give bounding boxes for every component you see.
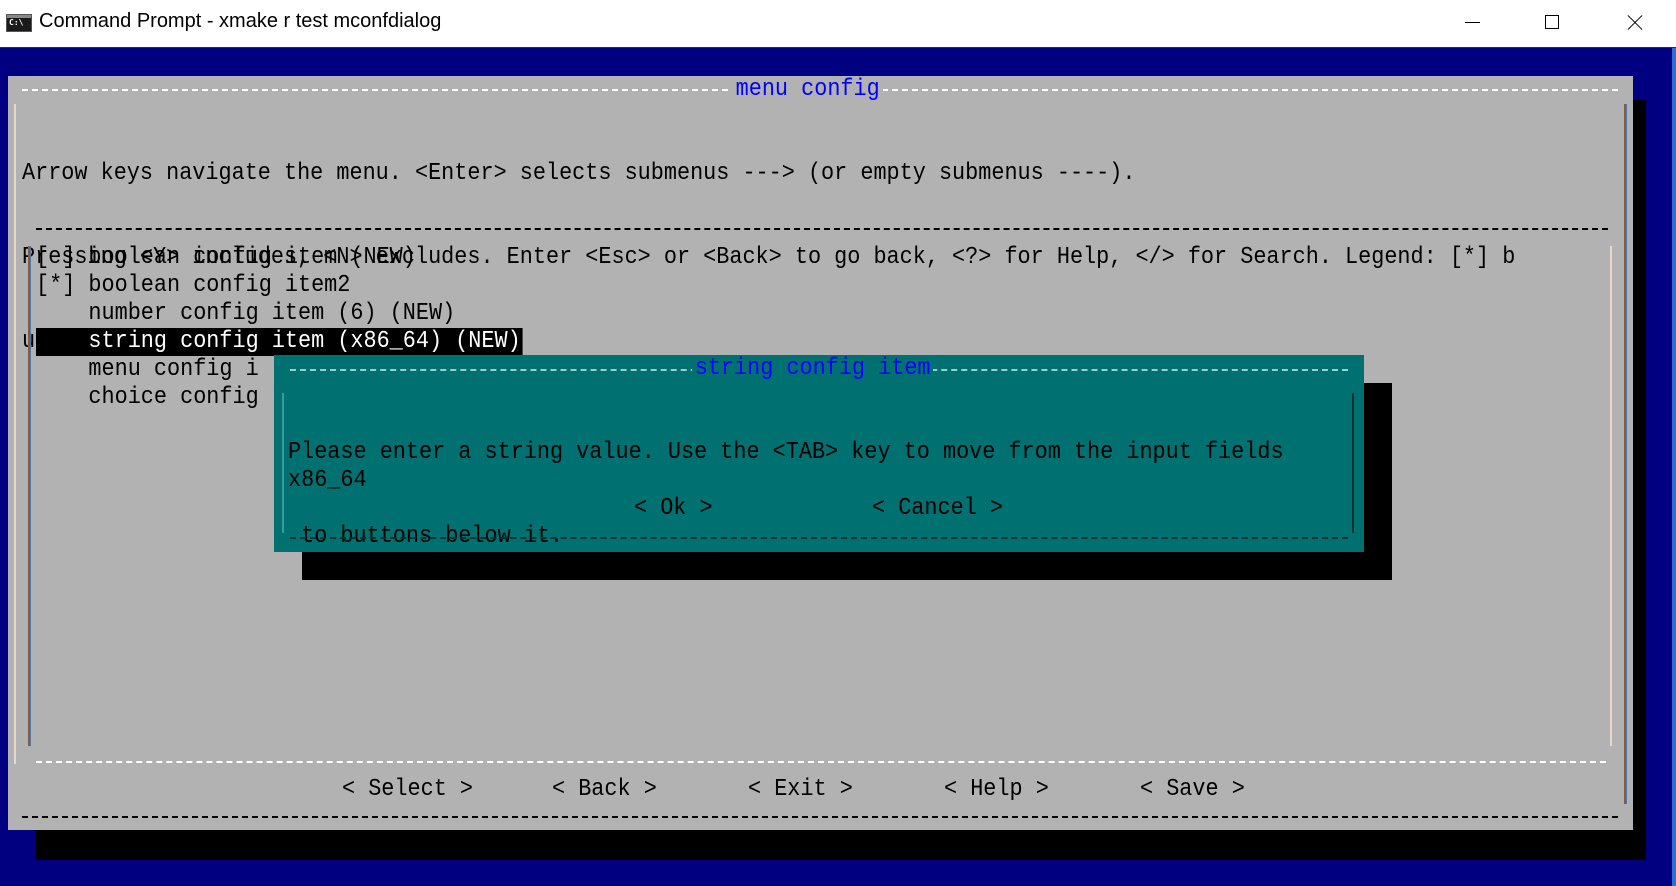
window-title: Command Prompt - xmake r test mconfdialo… xyxy=(39,10,442,32)
menu-title: menu config xyxy=(732,76,884,104)
window-titlebar: Command Prompt - xmake r test mconfdialo… xyxy=(0,0,1676,48)
help-line: Arrow keys navigate the menu. <Enter> se… xyxy=(22,160,1136,187)
cancel-button[interactable]: < Cancel > xyxy=(872,495,1003,523)
list-right-border xyxy=(1610,246,1612,746)
exit-button[interactable]: < Exit > xyxy=(748,776,853,804)
back-button[interactable]: < Back > xyxy=(552,776,657,804)
main-bottom-border xyxy=(22,816,1618,818)
list-top-border xyxy=(36,228,1608,230)
dialog-bottom-border xyxy=(290,537,1348,539)
console-scrollbar[interactable] xyxy=(1672,48,1676,886)
close-button[interactable] xyxy=(1594,0,1674,46)
command-prompt-icon xyxy=(6,14,32,32)
help-button[interactable]: < Help > xyxy=(944,776,1049,804)
menu-item-number[interactable]: number config item (6) (NEW) xyxy=(36,300,522,328)
ok-button[interactable]: < Ok > xyxy=(634,495,713,523)
list-bottom-border xyxy=(36,761,1606,763)
dialog-left-border xyxy=(282,393,284,533)
dialog-message: Please enter a string value. Use the <TA… xyxy=(288,383,1284,607)
maximize-button[interactable] xyxy=(1512,0,1592,46)
menu-item-boolean2[interactable]: [*] boolean config item2 xyxy=(36,272,522,300)
string-input-dialog: string config item Please enter a string… xyxy=(274,355,1364,552)
dialog-message-line: Please enter a string value. Use the <TA… xyxy=(288,439,1284,466)
dialog-title: string config item xyxy=(692,355,934,383)
menu-item-string[interactable]: string config item (x86_64) (NEW) xyxy=(36,328,523,356)
save-button[interactable]: < Save > xyxy=(1140,776,1245,804)
select-button[interactable]: < Select > xyxy=(342,776,473,804)
list-left-border xyxy=(28,246,30,746)
menu-item-boolean[interactable]: [ ] boolean config item (NEW) xyxy=(36,244,522,272)
main-left-border xyxy=(14,104,16,764)
dialog-right-border xyxy=(1352,393,1354,533)
main-right-border xyxy=(1624,104,1626,804)
string-value-input[interactable]: x86_64 xyxy=(288,467,367,495)
minimize-button[interactable] xyxy=(1432,0,1512,46)
